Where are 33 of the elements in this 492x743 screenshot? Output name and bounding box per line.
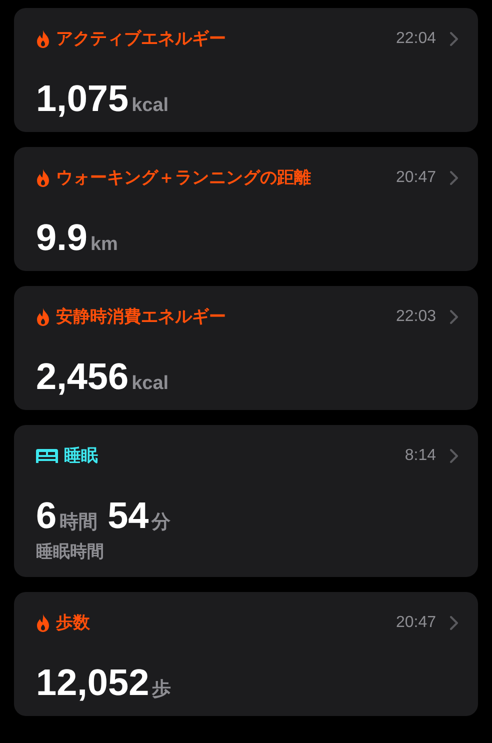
metric-card[interactable]: 睡眠 8:14 6 時間 54分 睡眠時間: [14, 425, 478, 576]
card-title: 安静時消費エネルギー: [56, 306, 226, 328]
value-unit: km: [90, 235, 118, 254]
card-title: アクティブエネルギー: [56, 28, 226, 50]
value-number: 12,052: [36, 664, 150, 700]
value-number: 6: [36, 497, 57, 534]
value-number: 2,456: [36, 358, 129, 395]
timestamp: 8:14: [404, 446, 436, 466]
card-title: 睡眠: [64, 445, 98, 468]
metric-card[interactable]: 歩数 20:47 12,052歩: [14, 592, 478, 716]
value-unit: 分: [152, 513, 171, 532]
value-number: 1,075: [36, 80, 129, 117]
chevron-icon: [450, 449, 458, 463]
metric-card[interactable]: ウォーキング＋ランニングの距離 20:47 9.9 km: [14, 147, 478, 271]
metric-card[interactable]: 安静時消費エネルギー 22:03 2,456 kcal: [14, 286, 478, 410]
timestamp: 22:04: [396, 29, 436, 49]
chevron-icon: [450, 171, 458, 185]
timestamp: 20:47: [396, 612, 436, 632]
value-unit: 時間: [60, 513, 98, 532]
chevron-icon: [450, 32, 458, 46]
card-subtitle: 睡眠時間: [36, 541, 105, 563]
value-unit: 歩: [152, 680, 172, 698]
card-title: ウォーキング＋ランニングの距離: [56, 167, 311, 190]
card-title: 歩数: [56, 612, 90, 634]
value-number: 9.9: [36, 219, 88, 256]
chevron-icon: [450, 616, 458, 630]
value-number: 54: [108, 497, 149, 534]
chevron-icon: [450, 310, 458, 324]
value-unit: kcal: [132, 374, 169, 393]
timestamp: 20:47: [396, 168, 436, 188]
value-unit: kcal: [132, 96, 169, 115]
metric-card[interactable]: アクティブエネルギー 22:04 1,075 kcal: [14, 8, 478, 132]
timestamp: 22:03: [396, 307, 436, 327]
